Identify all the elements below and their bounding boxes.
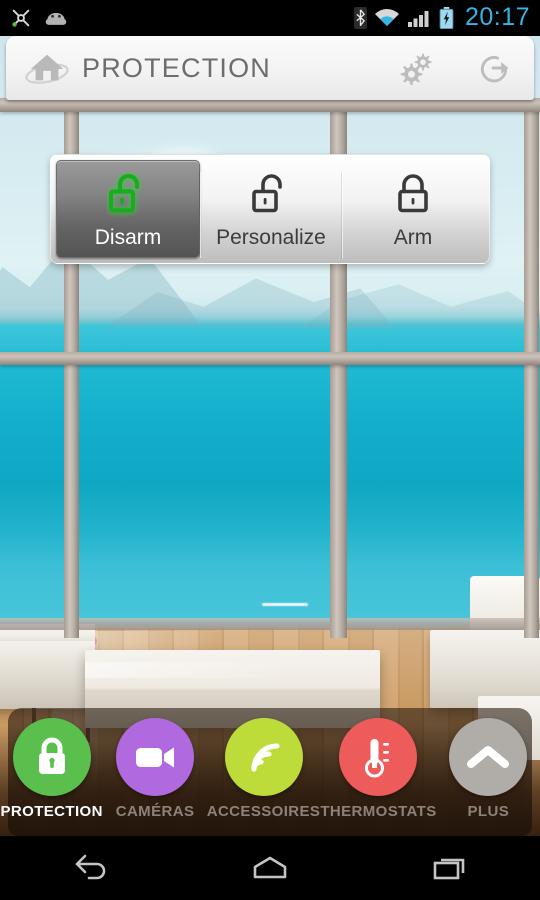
tab-protection-label: PROTECTION	[0, 803, 103, 820]
arm-button[interactable]: Arm	[342, 160, 484, 258]
locked-padlock-icon	[392, 171, 434, 221]
gears-icon[interactable]	[398, 50, 434, 86]
tab-protection[interactable]: PROTECTION	[0, 718, 103, 820]
thermometer-icon	[365, 739, 390, 778]
tab-cameras[interactable]: CAMÉRAS	[103, 718, 206, 820]
personalize-button[interactable]: Personalize	[200, 160, 342, 258]
chevron-up-icon	[467, 746, 510, 768]
window-sill	[0, 618, 540, 630]
disarm-label: Disarm	[94, 225, 162, 249]
cellular-signal-icon	[407, 11, 429, 27]
disarm-button[interactable]: Disarm	[56, 160, 200, 258]
home-button[interactable]	[225, 843, 315, 893]
segment-divider	[200, 172, 201, 258]
segment-divider	[342, 172, 343, 258]
arm-mode-segmented-control: Disarm Personalize Arm	[50, 154, 490, 264]
window-view	[0, 36, 540, 626]
tab-thermostats-label: THERMOSTATS	[320, 803, 437, 820]
app-header: PROTECTION	[6, 36, 534, 100]
video-camera-icon	[136, 747, 175, 768]
tab-list: PROTECTION CAMÉRAS ACCESSOIRES THERMOSTA…	[0, 708, 540, 836]
back-button[interactable]	[45, 843, 135, 893]
battery-charging-icon	[439, 7, 454, 29]
logout-icon[interactable]	[476, 50, 512, 86]
phone-screen: 20:17 PROTECTION Disarm Personalize Arm …	[0, 0, 540, 900]
home-orbit-logo-icon	[25, 54, 69, 84]
wifi-signal-icon	[251, 743, 280, 772]
header-actions	[398, 50, 512, 86]
android-navigation-bar	[0, 836, 540, 900]
bluetooth-icon	[354, 7, 367, 29]
tab-thermostats[interactable]: THERMOSTATS	[320, 718, 436, 820]
home-pentagon-icon	[253, 856, 287, 879]
personalize-label: Personalize	[216, 225, 326, 249]
accessoires-circle	[224, 718, 303, 796]
sofa-highlight	[85, 662, 380, 678]
tab-plus-label: PLUS	[467, 803, 510, 820]
boat-wake	[262, 603, 308, 606]
status-bar-clock: 20:17	[464, 2, 530, 31]
arm-label: Arm	[393, 225, 433, 249]
left-chair	[0, 641, 95, 709]
tab-cameras-label: CAMÉRAS	[115, 803, 195, 820]
recents-button[interactable]	[405, 843, 495, 893]
bottom-tab-bar: PROTECTION CAMÉRAS ACCESSOIRES THERMOSTA…	[0, 708, 540, 836]
protection-circle	[12, 718, 91, 796]
status-bar-system-icons: 20:17	[354, 2, 530, 32]
recent-apps-icon	[433, 858, 465, 880]
cyanogenmod-icon	[12, 9, 30, 27]
status-bar: 20:17	[0, 0, 540, 36]
android-robot-icon	[45, 12, 67, 25]
page-title: PROTECTION	[82, 52, 272, 83]
thermostats-circle	[339, 718, 418, 796]
window-mullion-horizontal	[0, 98, 540, 112]
window-mullion-vertical	[524, 98, 539, 638]
tab-accessoires-label: ACCESSOIRES	[206, 803, 321, 820]
tab-accessoires[interactable]: ACCESSOIRES	[207, 718, 321, 820]
status-bar-notifications	[10, 7, 68, 29]
wifi-icon	[374, 9, 399, 26]
window-mullion-horizontal	[0, 352, 540, 365]
cameras-circle	[116, 718, 195, 796]
plus-circle	[449, 718, 528, 796]
back-arrow-icon	[75, 854, 106, 880]
padlock-icon	[38, 737, 65, 774]
unlocked-padlock-icon	[250, 171, 292, 221]
tab-plus[interactable]: PLUS	[437, 718, 540, 820]
unlocked-padlock-icon	[107, 171, 149, 221]
